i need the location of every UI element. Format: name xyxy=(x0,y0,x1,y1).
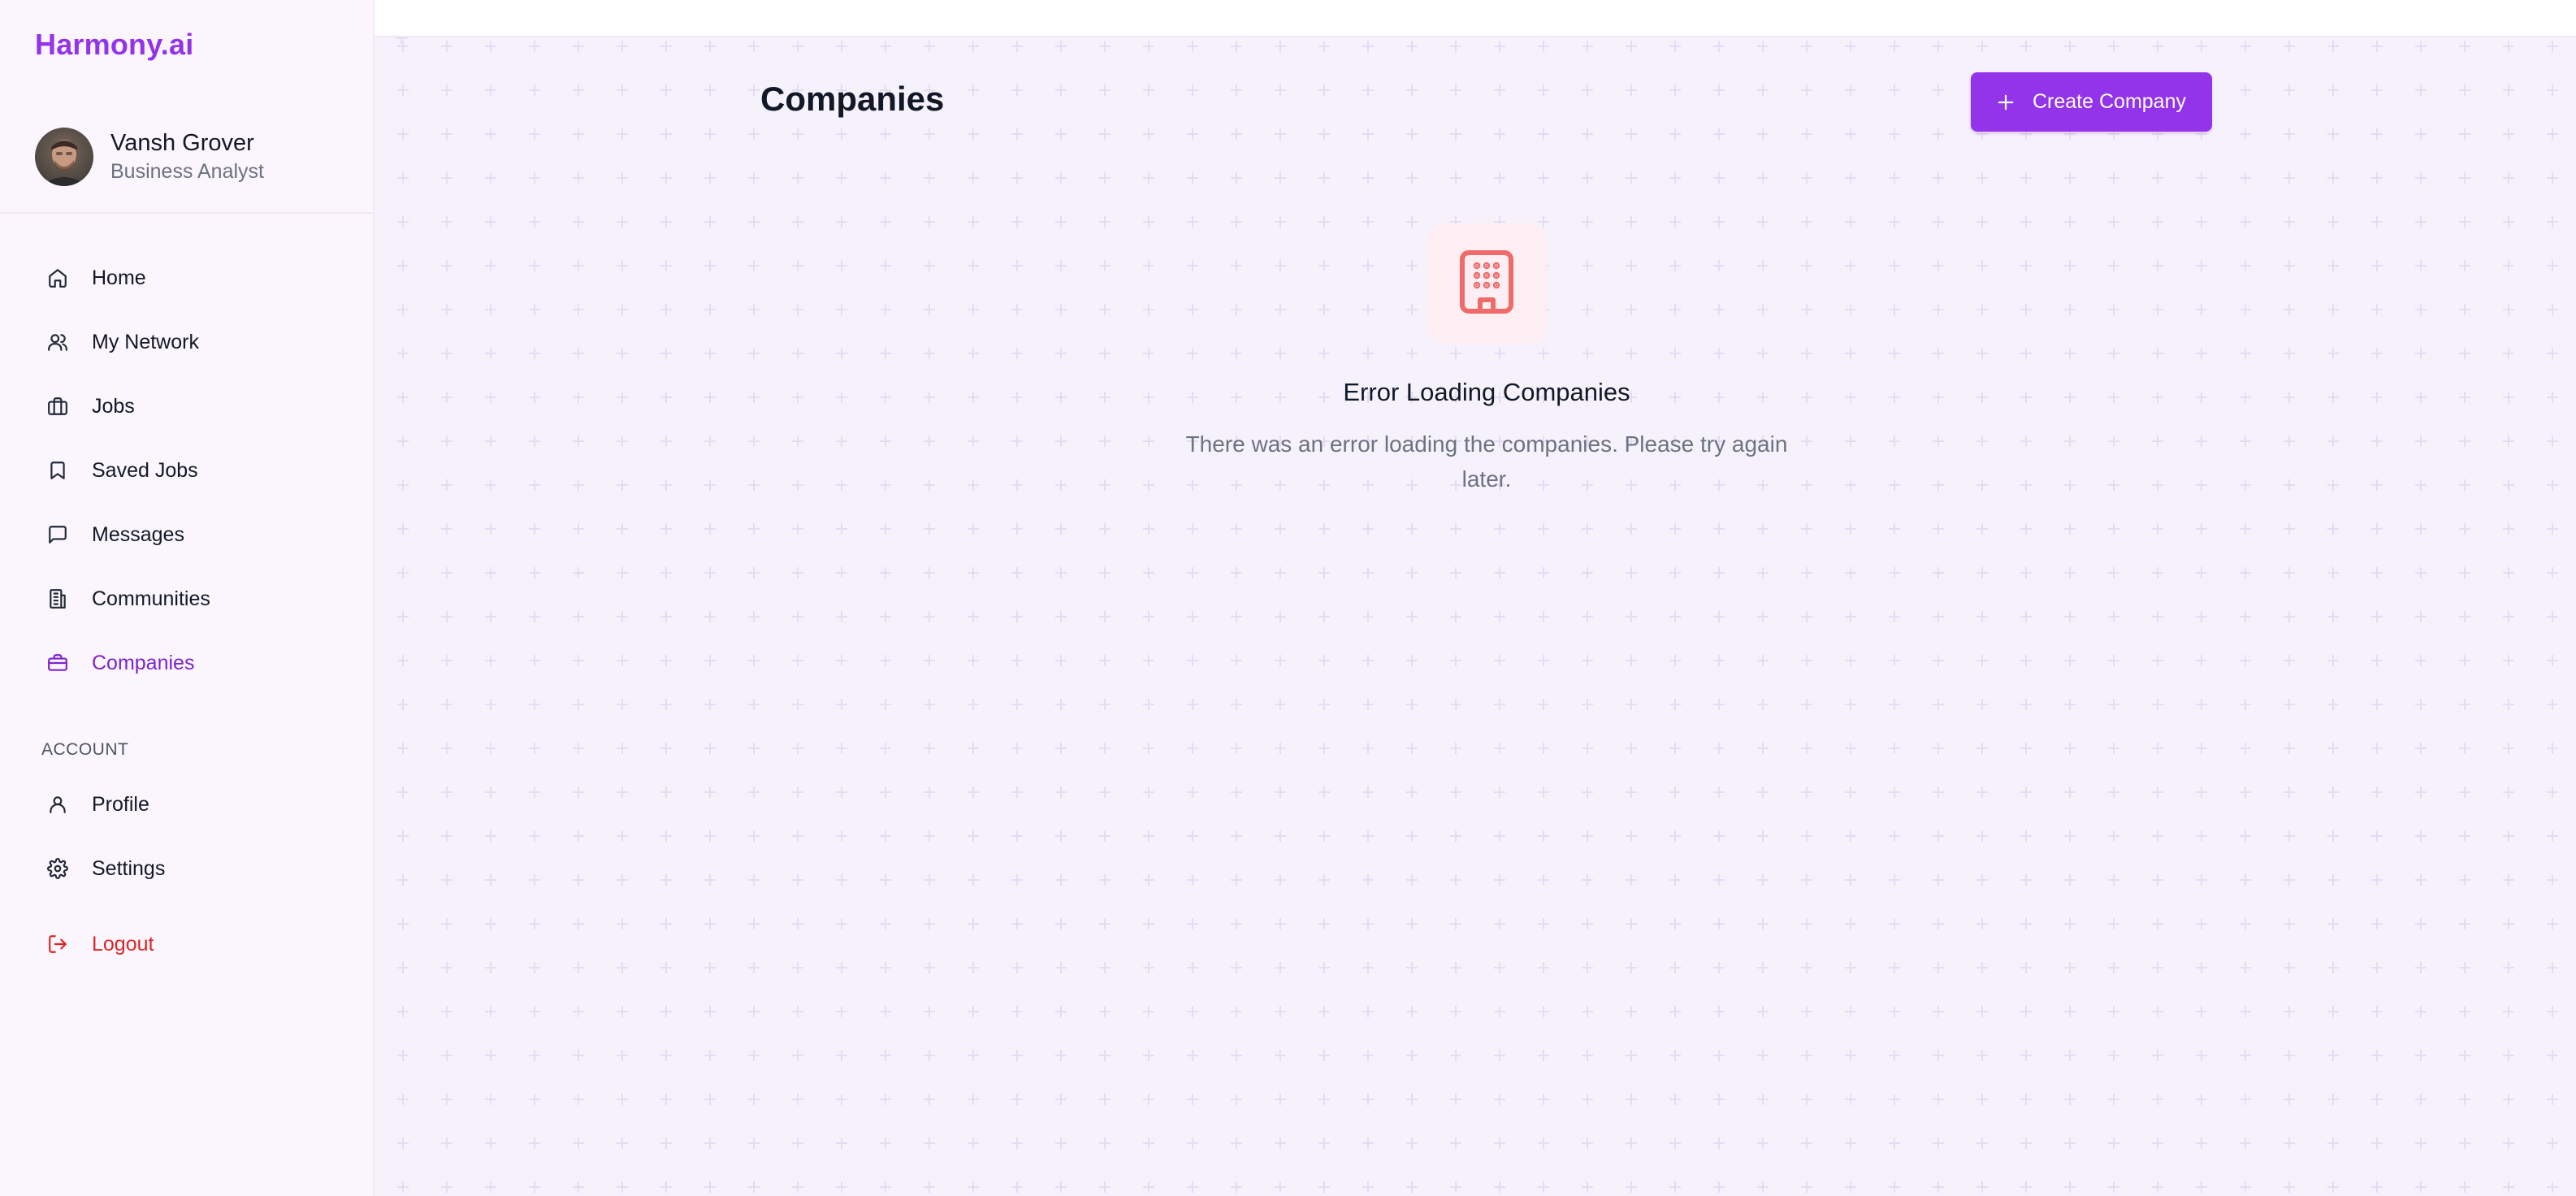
divider xyxy=(0,212,373,214)
page-title: Companies xyxy=(760,80,945,118)
sidebar-item-label: Profile xyxy=(92,792,149,816)
sidebar-item-label: Companies xyxy=(92,651,195,674)
background-pattern xyxy=(374,0,2576,1196)
main-content xyxy=(374,0,2576,1196)
logout-icon xyxy=(45,931,71,957)
logout-button[interactable]: Logout xyxy=(45,921,154,967)
building-icon xyxy=(45,586,71,612)
sidebar-item-saved-jobs[interactable]: Saved Jobs xyxy=(45,448,198,493)
section-label-account: ACCOUNT xyxy=(41,740,129,759)
sidebar-item-profile[interactable]: Profile xyxy=(45,782,149,827)
create-company-button[interactable]: Create Company xyxy=(1971,72,2212,132)
bookmark-icon xyxy=(45,457,71,483)
user-name: Vansh Grover xyxy=(110,130,254,156)
gear-icon xyxy=(45,856,71,882)
sidebar-item-communities[interactable]: Communities xyxy=(45,576,210,622)
briefcase-icon xyxy=(45,393,71,419)
building-icon xyxy=(1457,248,1516,320)
sidebar-item-label: My Network xyxy=(92,330,199,353)
home-icon xyxy=(45,265,71,291)
avatar[interactable] xyxy=(35,128,93,186)
sidebar-item-label: Jobs xyxy=(92,394,135,418)
user-role: Business Analyst xyxy=(110,160,264,183)
user-icon xyxy=(45,791,71,817)
sidebar-item-home[interactable]: Home xyxy=(45,255,146,301)
sidebar-item-label: Home xyxy=(92,266,146,289)
plus-icon xyxy=(1997,93,2015,111)
sidebar-item-messages[interactable]: Messages xyxy=(45,512,184,557)
sidebar-item-settings[interactable]: Settings xyxy=(45,846,165,891)
sidebar-item-label: Communities xyxy=(92,587,210,610)
sidebar-item-my-network[interactable]: My Network xyxy=(45,319,199,365)
message-icon xyxy=(45,522,71,548)
top-bar xyxy=(374,0,2576,37)
error-icon-container xyxy=(1427,223,1547,344)
brand-logo[interactable]: Harmony.ai xyxy=(35,28,193,62)
sidebar-item-label: Settings xyxy=(92,856,166,880)
company-icon xyxy=(45,650,71,676)
create-company-label: Create Company xyxy=(2033,90,2186,113)
users-icon xyxy=(45,329,71,355)
sidebar-item-label: Messages xyxy=(92,522,184,546)
error-title: Error Loading Companies xyxy=(1343,378,1630,406)
user-profile[interactable]: Vansh Grover Business Analyst xyxy=(35,127,264,187)
sidebar-item-label: Saved Jobs xyxy=(92,458,198,482)
sidebar-item-jobs[interactable]: Jobs xyxy=(45,384,135,429)
sidebar-item-companies[interactable]: Companies xyxy=(45,640,194,686)
sidebar: Harmony.ai Vansh Grover Business Analyst… xyxy=(0,0,374,1196)
error-message: There was an error loading the companies… xyxy=(1185,431,1788,492)
logout-label: Logout xyxy=(92,932,154,956)
